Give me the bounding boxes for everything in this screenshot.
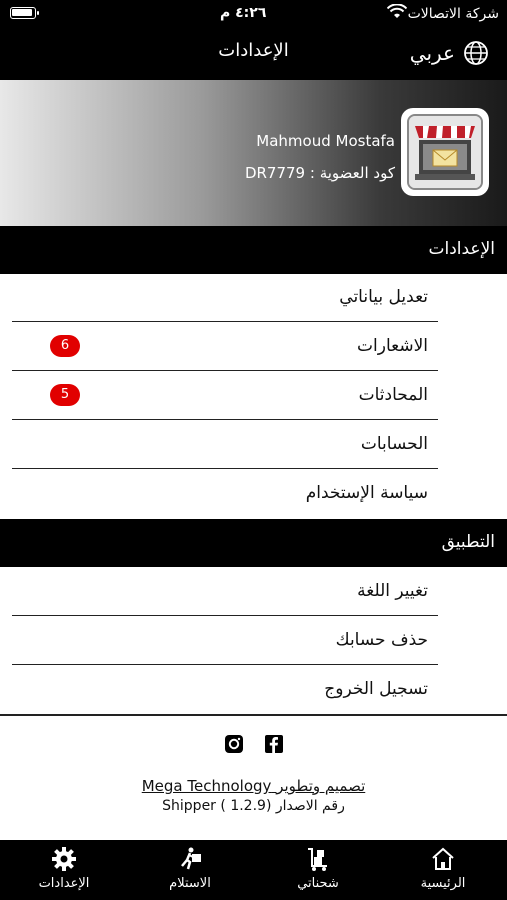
- edit-profile-item[interactable]: تعديل بياناتي: [12, 274, 438, 322]
- avatar[interactable]: [401, 108, 489, 196]
- delete-account-item[interactable]: حذف حسابك: [12, 617, 438, 665]
- profile-banner: Mahmoud Mostafa كود العضوية : DR7779: [0, 80, 507, 226]
- wifi-icon: [387, 4, 407, 18]
- profile-name: Mahmoud Mostafa: [256, 132, 395, 150]
- list-item-label: حذف حسابك: [335, 630, 428, 650]
- facebook-icon[interactable]: [264, 734, 284, 754]
- shop-logo-icon: [409, 116, 481, 188]
- list-item-label: تغيير اللغة: [357, 581, 428, 601]
- gear-icon: [52, 847, 76, 871]
- member-code: كود العضوية : DR7779: [244, 164, 395, 182]
- footer-divider: [0, 714, 507, 716]
- tab-label: الاستلام: [169, 876, 211, 891]
- tab-label: الإعدادات: [38, 876, 90, 891]
- tab-settings[interactable]: الإعدادات: [14, 846, 114, 891]
- usage-policy-item[interactable]: سياسة الإستخدام: [12, 470, 438, 518]
- social-links: [0, 734, 507, 756]
- app-section-header: التطبيق: [0, 519, 507, 567]
- developer-credit-link[interactable]: تصميم وتطوير Mega Technology: [0, 777, 507, 795]
- list-item-label: المحادثات: [358, 385, 428, 405]
- tab-shipments[interactable]: شحناتي: [268, 846, 368, 891]
- carrier-name: شركة الاتصالات: [407, 6, 499, 22]
- status-bar: شركة الاتصالات ٤:٢٦ م: [0, 0, 507, 28]
- list-item-label: تعديل بياناتي: [339, 287, 428, 307]
- language-label: عربي: [409, 41, 455, 65]
- conversations-count-badge: 5: [50, 384, 80, 406]
- language-switch-button[interactable]: عربي: [410, 40, 489, 66]
- boxes-cart-icon: [308, 848, 327, 871]
- logout-item[interactable]: تسجيل الخروج: [12, 666, 438, 714]
- tab-receiving[interactable]: الاستلام: [140, 846, 240, 891]
- list-item-label: الاشعارات: [357, 336, 428, 356]
- app-version: رقم الاصدار (1.2.9 ) Shipper: [162, 798, 345, 814]
- bottom-tab-bar: الرئيسية شحناتي الاستلام الإعدادات: [0, 840, 507, 900]
- app-section-title: التطبيق: [441, 532, 495, 552]
- list-item-label: سياسة الإستخدام: [305, 483, 428, 503]
- app-header: الإعدادات عربي: [0, 28, 507, 80]
- accounts-item[interactable]: الحسابات: [12, 421, 438, 469]
- tab-label: الرئيسية: [420, 876, 466, 891]
- conversations-item[interactable]: المحادثات 5: [12, 372, 438, 420]
- list-item-label: تسجيل الخروج: [324, 679, 428, 699]
- battery-icon: [10, 7, 39, 19]
- settings-section-title: الإعدادات: [428, 239, 495, 259]
- delivery-person-icon: [181, 847, 201, 870]
- home-icon: [432, 847, 454, 870]
- list-item-label: الحسابات: [360, 434, 428, 454]
- notifications-item[interactable]: الاشعارات 6: [12, 323, 438, 371]
- settings-section-header: الإعدادات: [0, 226, 507, 274]
- globe-icon: [464, 41, 488, 65]
- clock: ٤:٢٦ م: [220, 5, 267, 21]
- tab-label: شحناتي: [297, 876, 339, 891]
- change-language-item[interactable]: تغيير اللغة: [12, 568, 438, 616]
- notifications-count-badge: 6: [50, 335, 80, 357]
- instagram-icon[interactable]: [224, 734, 244, 754]
- tab-home[interactable]: الرئيسية: [393, 846, 493, 891]
